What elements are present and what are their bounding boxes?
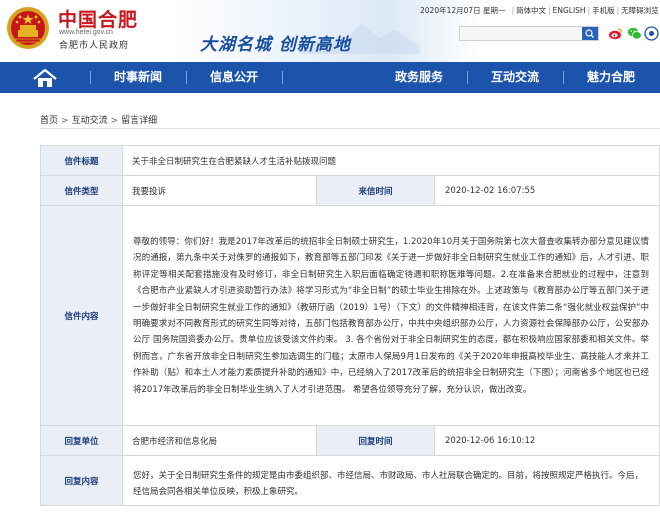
breadcrumb-interaction[interactable]: 互动交流 (72, 116, 108, 126)
message-title: 关于非全日制研究生在合肥紧缺人才生活补贴拨现问题 (122, 145, 660, 176)
breadcrumb-home[interactable]: 首页 (40, 116, 58, 126)
table-row: 信件标题 关于非全日制研究生在合肥紧缺人才生活补贴拨现问题 (40, 145, 660, 176)
message-content: 尊敬的领导：你们好！我是2017年改革后的统招非全日制硕士研究生，1.2020年… (122, 205, 660, 426)
date-text: 2020年12月07日 星期一 (420, 6, 506, 15)
breadcrumb: 首页 > 互动交流 > 留言详细 (40, 116, 158, 126)
nav-charm-hefei[interactable]: 魅力合肥 (564, 62, 658, 93)
search-box (459, 26, 599, 41)
wechat-icon[interactable] (627, 26, 642, 41)
message-detail-table: 信件标题 关于非全日制研究生在合肥紧缺人才生活补贴拨现问题 信件类型 我要投诉 … (40, 145, 660, 506)
top-utility-bar: 2020年12月07日 星期一 | 简体中文 | ENGLISH | 手机版 | 无障碍浏览 (420, 5, 659, 16)
nav-info-public[interactable]: 信息公开 (187, 62, 281, 93)
site-url: www.hefei.gov.cn (59, 29, 113, 36)
breadcrumb-current: 留言详细 (121, 116, 158, 126)
link-english[interactable]: ENGLISH (553, 6, 586, 15)
link-simplified-chinese[interactable]: 简体中文 (516, 5, 546, 16)
sent-time-label: 来信时间 (316, 175, 435, 206)
home-icon (33, 68, 57, 87)
table-row: 信件类型 我要投诉 来信时间 2020-12-02 16:07:55 (40, 175, 660, 206)
main-nav: 时事新闻 信息公开 政务服务 互动交流 魅力合肥 (0, 62, 660, 93)
site-name[interactable]: 中国合肥 (58, 5, 138, 32)
site-header: 中国合肥 www.hefei.gov.cn 合肥市人民政府 大湖名城 创新高地 … (0, 0, 660, 62)
search-button[interactable] (582, 27, 598, 40)
reply-time: 2020-12-06 16:10:12 (434, 425, 660, 456)
nav-gov-service[interactable]: 政务服务 (372, 62, 466, 93)
table-row: 回复单位 合肥市经济和信息化局 回复时间 2020-12-06 16:10:12 (40, 425, 660, 456)
nav-interaction[interactable]: 互动交流 (468, 62, 562, 93)
nav-home-button[interactable] (0, 62, 90, 93)
breadcrumb-divider (40, 128, 660, 129)
reply-content-label: 回复内容 (40, 455, 123, 506)
reply-unit-label: 回复单位 (40, 425, 123, 456)
national-emblem-icon (7, 7, 49, 49)
social-links (608, 26, 659, 41)
site-subtitle: 合肥市人民政府 (59, 41, 130, 51)
slogan-text: 大湖名城 创新高地 (200, 35, 351, 55)
table-row: 回复内容 您好，关于全日制研究生条件的规定是由市委组织部、市经信局、市财政局、市… (40, 455, 660, 506)
weibo-icon[interactable] (608, 26, 623, 41)
link-mobile[interactable]: 手机版 (592, 5, 615, 16)
nav-news[interactable]: 时事新闻 (91, 62, 185, 93)
content-label: 信件内容 (40, 205, 123, 426)
search-input[interactable] (460, 27, 580, 40)
search-icon (585, 29, 594, 38)
reply-unit: 合肥市经济和信息化局 (122, 425, 317, 456)
reply-content: 您好，关于全日制研究生条件的规定是由市委组织部、市经信局、市财政局、市人社局联合… (122, 455, 660, 506)
sent-time: 2020-12-02 16:07:55 (434, 175, 660, 206)
type-label: 信件类型 (40, 175, 123, 206)
nav-divider (282, 71, 283, 84)
app-icon[interactable] (644, 26, 659, 41)
table-row: 信件内容 尊敬的领导：你们好！我是2017年改革后的统招非全日制硕士研究生，1.… (40, 205, 660, 426)
message-type: 我要投诉 (122, 175, 317, 206)
reply-time-label: 回复时间 (316, 425, 435, 456)
title-label: 信件标题 (40, 145, 123, 176)
link-accessibility[interactable]: 无障碍浏览 (621, 5, 659, 16)
